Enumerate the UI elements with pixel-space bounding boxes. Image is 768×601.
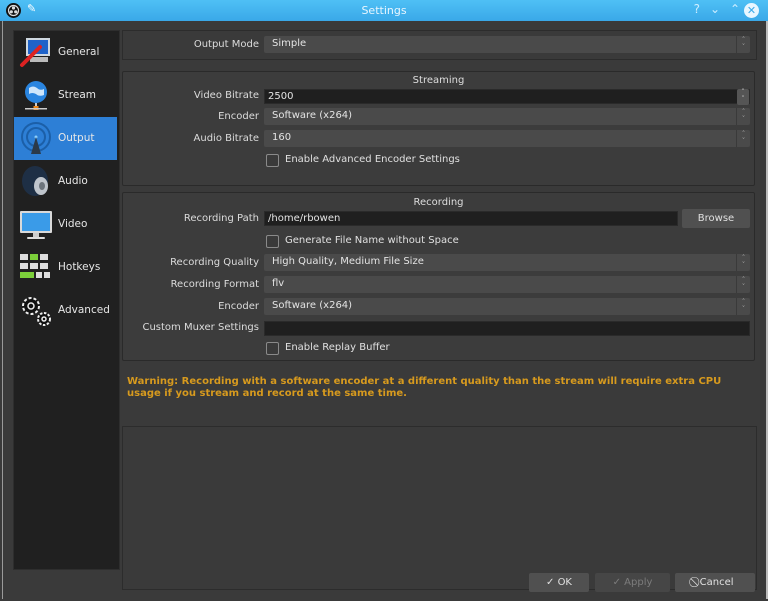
recording-encoder-label: Encoder [218, 301, 259, 312]
video-bitrate-value: 2500 [268, 91, 294, 102]
sidebar: General Stream Output Audio Video Hotkey… [13, 30, 120, 570]
output-mode-row: Output Mode Simple ˄ ˅ [122, 30, 757, 60]
chevron-updown-icon: ˄ ˅ [736, 276, 750, 293]
chevron-updown-icon: ˄ ˅ [736, 298, 750, 315]
help-button[interactable]: ? [694, 2, 700, 16]
browse-button[interactable]: Browse [682, 209, 750, 228]
hotkeys-icon [18, 250, 54, 286]
apply-label: Apply [624, 577, 653, 588]
video-icon [18, 207, 54, 243]
checkbox-icon[interactable] [266, 235, 279, 248]
recording-path-label: Recording Path [183, 213, 259, 224]
sidebar-item-stream[interactable]: Stream [14, 74, 117, 117]
ok-label: OK [557, 577, 572, 588]
sidebar-item-advanced[interactable]: Advanced [14, 289, 117, 332]
spinner-icon[interactable]: ˄ ˅ [737, 89, 749, 105]
audio-bitrate-select[interactable]: 160 ˄ ˅ [264, 130, 750, 147]
chevron-updown-icon: ˄ ˅ [736, 36, 750, 53]
content-bottom-panel [122, 426, 757, 590]
title-bar: ✎ Settings ? ⌄ ⌃ ✕ [0, 0, 768, 21]
recording-format-value: flv [272, 278, 285, 289]
streaming-group: Streaming Video Bitrate 2500 ˄ ˅ Encoder … [122, 71, 755, 186]
streaming-encoder-value: Software (x264) [272, 110, 353, 121]
streaming-encoder-select[interactable]: Software (x264) ˄ ˅ [264, 108, 750, 125]
recording-format-select[interactable]: flv ˄ ˅ [264, 276, 750, 293]
stream-icon [18, 78, 54, 114]
no-space-filename-label: Generate File Name without Space [285, 235, 459, 246]
checkbox-icon[interactable] [266, 154, 279, 167]
audio-bitrate-label: Audio Bitrate [193, 133, 259, 144]
apply-button[interactable]: ✓ Apply [595, 573, 670, 592]
settings-window: General Stream Output Audio Video Hotkey… [2, 21, 768, 599]
window-title: Settings [361, 4, 407, 17]
advanced-icon [18, 293, 54, 329]
recording-format-label: Recording Format [170, 279, 259, 290]
sidebar-item-video[interactable]: Video [14, 203, 117, 246]
custom-muxer-input[interactable] [264, 321, 750, 336]
general-icon [18, 35, 54, 71]
streaming-title: Streaming [412, 75, 465, 86]
sidebar-item-output[interactable]: Output [14, 117, 117, 160]
output-icon [18, 121, 54, 157]
maximize-button[interactable]: ⌃ [730, 2, 740, 16]
close-button[interactable]: ✕ [744, 3, 759, 18]
sidebar-item-label: Hotkeys [58, 261, 101, 273]
sidebar-item-label: General [58, 46, 100, 58]
checkbox-icon[interactable] [266, 342, 279, 355]
recording-encoder-value: Software (x264) [272, 300, 353, 311]
sidebar-item-label: Advanced [58, 304, 110, 316]
minimize-button[interactable]: ⌄ [710, 2, 720, 16]
sidebar-item-hotkeys[interactable]: Hotkeys [14, 246, 117, 289]
encoder-warning: Warning: Recording with a software encod… [127, 376, 722, 399]
cancel-label: Cancel [699, 577, 734, 588]
recording-path-value: /home/rbowen [268, 213, 341, 224]
sidebar-item-label: Output [58, 132, 95, 144]
sidebar-item-label: Stream [58, 89, 96, 101]
recording-path-input[interactable]: /home/rbowen [264, 211, 678, 226]
output-mode-value: Simple [272, 38, 307, 49]
output-mode-select[interactable]: Simple ˄ ˅ [264, 36, 750, 53]
chevron-updown-icon: ˄ ˅ [736, 108, 750, 125]
sidebar-item-audio[interactable]: Audio [14, 160, 117, 203]
check-icon: ✓ [612, 577, 625, 588]
recording-quality-select[interactable]: High Quality, Medium File Size ˄ ˅ [264, 254, 750, 271]
recording-group: Recording Recording Path /home/rbowen Br… [122, 192, 755, 361]
recording-quality-label: Recording Quality [170, 257, 259, 268]
chevron-updown-icon: ˄ ˅ [736, 254, 750, 271]
advanced-encoder-label: Enable Advanced Encoder Settings [285, 154, 460, 165]
cancel-button[interactable]: ⃠ Cancel [675, 573, 755, 592]
encoder-label: Encoder [218, 111, 259, 122]
recording-encoder-select[interactable]: Software (x264) ˄ ˅ [264, 298, 750, 315]
audio-icon [18, 164, 54, 200]
ok-button[interactable]: ✓ OK [529, 573, 589, 592]
chevron-updown-icon: ˄ ˅ [736, 130, 750, 147]
recording-quality-value: High Quality, Medium File Size [272, 256, 424, 267]
audio-bitrate-value: 160 [272, 132, 292, 143]
sidebar-item-label: Audio [58, 175, 88, 187]
sidebar-item-label: Video [58, 218, 88, 230]
recording-title: Recording [413, 197, 464, 208]
sidebar-item-general[interactable]: General [14, 31, 117, 74]
check-icon: ✓ [546, 577, 558, 588]
video-bitrate-input[interactable]: 2500 ˄ ˅ [264, 89, 750, 105]
output-mode-label: Output Mode [193, 39, 259, 50]
replay-buffer-label: Enable Replay Buffer [285, 342, 390, 353]
video-bitrate-label: Video Bitrate [193, 90, 259, 101]
custom-muxer-label: Custom Muxer Settings [142, 322, 259, 333]
